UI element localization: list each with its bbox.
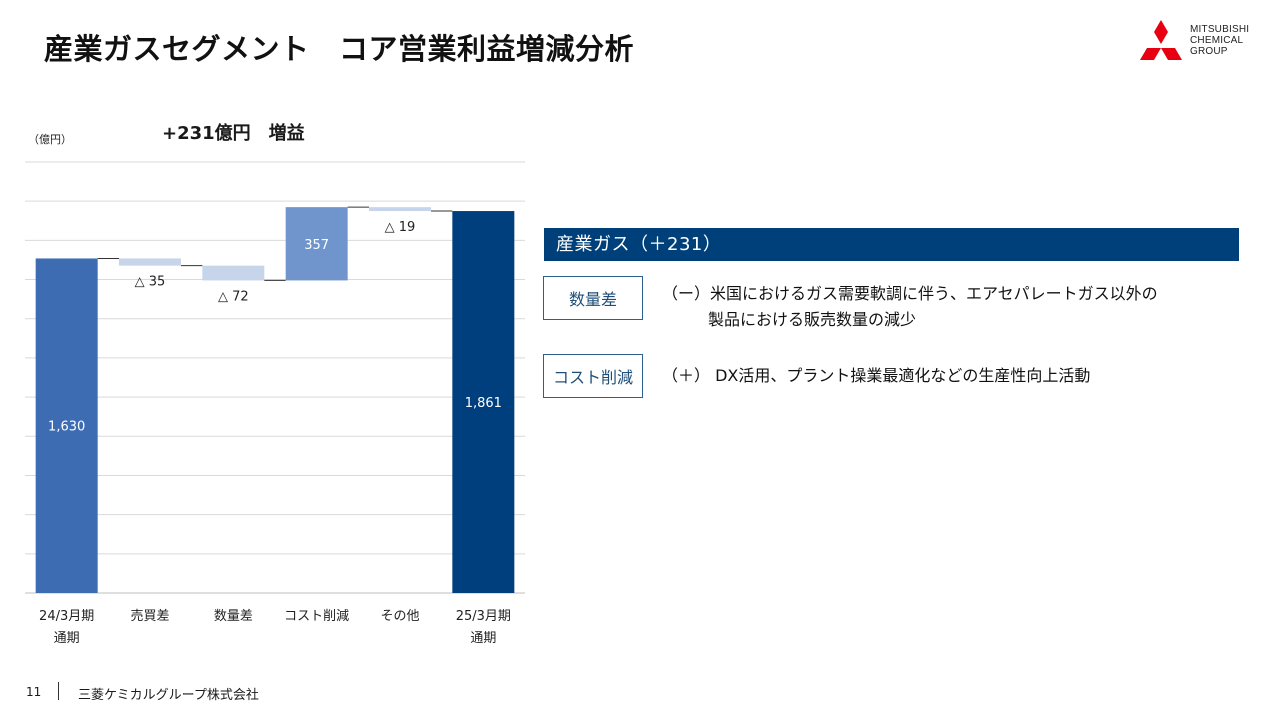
desc-volume-line2: 製品における販売数量の減少 — [708, 310, 917, 329]
data-label: △ 72 — [218, 289, 249, 304]
x-tick-label: 数量差 — [213, 609, 253, 624]
bar — [369, 207, 431, 212]
desc-volume: （ー）米国におけるガス需要軟調に伴う、エアセパレートガス以外の 製品における販売… — [662, 281, 1158, 333]
logo-line: CHEMICAL — [1190, 35, 1244, 46]
bar — [202, 265, 265, 281]
x-tick-label: その他 — [380, 609, 420, 624]
logo-text: MITSUBISHI CHEMICAL GROUP — [1190, 24, 1249, 57]
panel-header: 産業ガス（＋231） — [544, 228, 1239, 261]
bar — [119, 258, 181, 266]
company-name: 三菱ケミカルグループ株式会社 — [78, 688, 259, 703]
data-label: 357 — [304, 238, 329, 253]
data-label: 1,861 — [465, 396, 502, 411]
x-tick-label: 24/3月期 通期 — [39, 609, 95, 646]
desc-volume-line1: （ー）米国におけるガス需要軟調に伴う、エアセパレートガス以外の — [662, 284, 1158, 303]
waterfall-chart: 1,630 △ 35 △ 72 357 △ 19 1,861 — [25, 161, 525, 594]
data-label: 1,630 — [48, 420, 85, 435]
logo-line: GROUP — [1190, 46, 1228, 57]
page-number: 11 — [26, 685, 42, 699]
x-tick-label: コスト削減 — [284, 609, 350, 624]
logo-line: MITSUBISHI — [1190, 24, 1250, 35]
data-label: △ 35 — [135, 275, 166, 290]
desc-cost-reduction: （＋） DX活用、プラント操業最適化などの生産性向上活動 — [662, 363, 1090, 389]
x-tick-label: 25/3月期 通期 — [455, 609, 511, 646]
desc-cost-line1: （＋） DX活用、プラント操業最適化などの生産性向上活動 — [662, 366, 1091, 385]
tag-cost-reduction: コスト削減 — [543, 354, 643, 398]
data-label: △ 19 — [385, 220, 416, 235]
tag-volume: 数量差 — [543, 276, 643, 320]
footer-divider — [58, 682, 59, 700]
x-tick-label: 売買差 — [130, 609, 170, 624]
